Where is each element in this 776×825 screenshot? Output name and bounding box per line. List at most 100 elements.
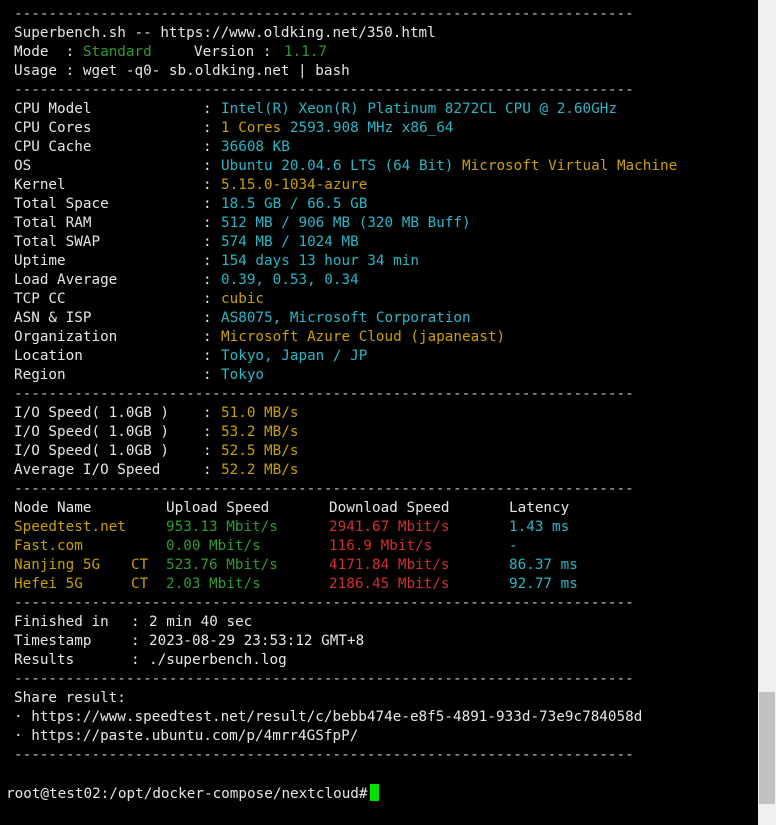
sysinfo-value-text: Tokyo [221,367,265,383]
sysinfo-value-text: Microsoft Azure Cloud (japaneast) [221,329,506,345]
speed-table-header: Node Name Upload Speed Download Speed Laten… [14,499,569,518]
sysinfo-value-text: 1 Cores [221,120,290,136]
sysinfo-colon: : [203,177,212,193]
sysinfo-value: 18.5 GB / 66.5 GB [221,195,367,214]
separator-line: ----------------------------------------… [14,747,634,763]
speed-latency: 86.37 ms [509,557,578,573]
sysinfo-colon: : [203,329,212,345]
sysinfo-value: 36608 KB [221,138,290,157]
sysinfo-colon: : [203,291,212,307]
vertical-scrollbar[interactable] [758,0,776,825]
sysinfo-label: ASN & ISP [14,310,92,326]
sysinfo-label: Location [14,348,83,364]
sysinfo-colon: : [203,120,212,136]
summary-colon: : [131,633,140,649]
sysinfo-label: Total SWAP [14,234,101,250]
separator-line: ----------------------------------------… [14,386,634,402]
sysinfo-label: Kernel [14,177,66,193]
speed-node-name: Nanjing 5G [14,557,101,573]
sysinfo-value-text: 18.5 GB / 66.5 GB [221,196,368,212]
sysinfo-label: Total RAM [14,215,92,231]
speed-latency: - [509,538,518,554]
shell-prompt[interactable]: root@test02:/opt/docker-compose/nextclou… [6,784,379,803]
sysinfo-colon: : [203,196,212,212]
separator-line: ----------------------------------------… [14,671,634,687]
separator-line: ----------------------------------------… [14,82,634,98]
text-cursor [369,784,379,801]
speed-upload: 953.13 Mbit/s [166,519,278,535]
speed-upload: 2.03 Mbit/s [166,576,261,592]
sysinfo-value-text: 512 MB / 906 MB (320 MB Buff) [221,215,471,231]
sysinfo-colon: : [203,139,212,155]
sysinfo-colon: : [203,215,212,231]
sysinfo-value: 5.15.0-1034-azure [221,176,367,195]
sysinfo-label: Uptime [14,253,66,269]
io-colon: : [203,424,212,440]
io-label: Average I/O Speed [14,462,161,478]
sysinfo-value: 512 MB / 906 MB (320 MB Buff) [221,214,471,233]
sysinfo-value: AS8075, Microsoft Corporation [221,309,471,328]
speed-node-tag: CT [131,557,149,573]
sysinfo-value-text: 36608 KB [221,139,290,155]
usage-line: Usage : wget -q0- sb.oldking.net | bash [14,63,350,79]
sysinfo-colon: : [203,101,212,117]
share-link-paste[interactable]: · https://paste.ubuntu.com/p/4mrr4GSfpP/ [14,727,358,746]
sysinfo-colon: : [203,310,212,326]
header-download: Download Speed [329,500,450,516]
speed-latency: 92.77 ms [509,576,578,592]
summary-value: ./superbench.log [149,652,287,668]
sysinfo-label: CPU Cores [14,120,92,136]
header-title: Superbench.sh -- https://www.oldking.net… [14,25,436,41]
summary-colon: : [131,614,140,630]
mode-value: Standard [82,44,152,60]
sysinfo-label: TCP CC [14,291,66,307]
io-value: 53.2 MB/s [221,424,299,440]
sysinfo-value: 1 Cores 2593.908 MHz x86_64 [221,119,453,138]
sysinfo-value: cubic [221,290,264,309]
sysinfo-colon: : [203,234,212,250]
sysinfo-label: CPU Model [14,101,92,117]
sysinfo-value: 574 MB / 1024 MB [221,233,359,252]
summary-label: Timestamp [14,633,92,649]
sysinfo-label: Total Space [14,196,109,212]
speed-node-name: Speedtest.net [14,519,126,535]
header-latency: Latency [509,500,570,516]
sysinfo-value-text: cubic [221,291,265,307]
io-colon: : [203,405,212,421]
speed-latency: 1.43 ms [509,519,570,535]
sysinfo-colon: : [203,367,212,383]
summary-colon: : [131,652,140,668]
speed-upload: 0.00 Mbit/s [166,538,261,554]
sysinfo-value-text: 154 days 13 hour 34 min [221,253,419,269]
mode-label: Mode : [14,44,83,60]
sysinfo-value-text: Intel(R) Xeon(R) Platinum 8272CL CPU @ 2… [221,101,617,117]
sysinfo-value: Tokyo [221,366,264,385]
summary-value: 2023-08-29 23:53:12 GMT+8 [149,633,365,649]
sysinfo-value-extra: Microsoft Virtual Machine [462,158,678,174]
separator-line: ----------------------------------------… [14,6,634,22]
io-value: 52.2 MB/s [221,462,299,478]
sysinfo-label: Load Average [14,272,118,288]
terminal-window[interactable]: ----------------------------------------… [0,0,758,825]
io-value: 52.5 MB/s [221,443,299,459]
version-label: Version : [194,44,281,60]
speed-download: 2186.45 Mbit/s [329,576,450,592]
io-colon: : [203,462,212,478]
separator-line: ----------------------------------------… [14,481,634,497]
io-label: I/O Speed( 1.0GB ) [14,405,169,421]
sysinfo-value: 154 days 13 hour 34 min [221,252,419,271]
share-link-speedtest[interactable]: · https://www.speedtest.net/result/c/beb… [14,708,642,727]
header-node-name: Node Name [14,500,92,516]
speed-node-name: Fast.com [14,538,83,554]
header-upload: Upload Speed [166,500,270,516]
sysinfo-value-text: 574 MB / 1024 MB [221,234,359,250]
speed-node-name: Hefei 5G [14,576,83,592]
scrollbar-thumb[interactable] [759,692,775,804]
io-value: 51.0 MB/s [221,405,299,421]
speed-download: 116.9 Mbit/s [329,538,433,554]
separator-line: ----------------------------------------… [14,595,634,611]
speed-download: 4171.84 Mbit/s [329,557,450,573]
prompt-text: root@test02:/opt/docker-compose/nextclou… [6,786,368,802]
sysinfo-value-secondary: 2593.908 MHz x86_64 [289,120,454,136]
version-value: 1.1.7 [284,44,328,60]
